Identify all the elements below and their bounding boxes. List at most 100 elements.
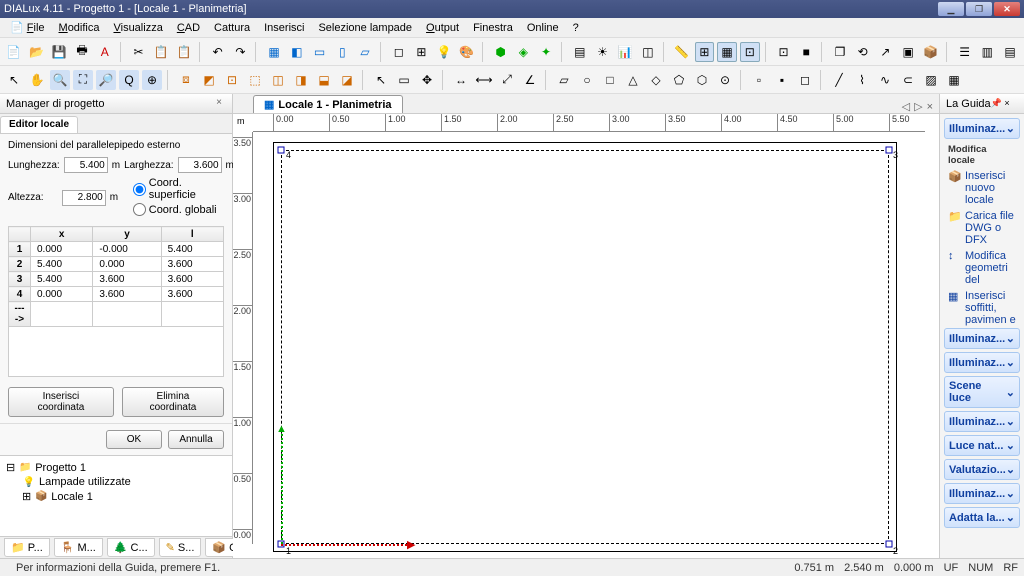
open-icon[interactable]: 📂 <box>27 42 47 62</box>
window-maximize[interactable]: ❐ <box>966 2 992 16</box>
menu-finestra[interactable]: Finestra <box>467 20 519 36</box>
line-icon[interactable]: ╱ <box>829 70 849 90</box>
side-icon[interactable]: ▯ <box>332 42 352 62</box>
ext-icon[interactable]: ↗ <box>876 42 896 62</box>
menu-selezione[interactable]: Selezione lampade <box>312 20 418 36</box>
surf3-icon[interactable]: ◻ <box>795 70 815 90</box>
result-icon[interactable]: 📊 <box>615 42 635 62</box>
snap6-icon[interactable]: ◨ <box>291 70 311 90</box>
zoomB-icon[interactable]: ⊕ <box>142 70 162 90</box>
select-icon[interactable]: ↖ <box>4 70 24 90</box>
cancel-button[interactable]: Annulla <box>168 430 224 449</box>
guide-button[interactable]: Valutazio...⌄ <box>944 459 1020 480</box>
guide-button[interactable]: Scene luce⌄ <box>944 376 1020 408</box>
hatch-icon[interactable]: ▨ <box>921 70 941 90</box>
view-icon[interactable]: ▦ <box>264 42 284 62</box>
obj4-icon[interactable]: 📦 <box>921 42 941 62</box>
split2-icon[interactable]: ▤ <box>1000 42 1020 62</box>
shape3-icon[interactable]: □ <box>600 70 620 90</box>
rect-tool-icon[interactable]: ▭ <box>394 70 414 90</box>
dim1-icon[interactable]: ↔ <box>451 70 471 90</box>
tab-c[interactable]: 🌲C... <box>107 538 155 557</box>
menu-online[interactable]: Online <box>521 20 565 36</box>
canvas-nav[interactable]: ◁▷× <box>902 100 939 113</box>
corner-2[interactable] <box>886 541 893 548</box>
add1-icon[interactable]: ⬢ <box>491 42 511 62</box>
menu-output[interactable]: Output <box>420 20 465 36</box>
tab-s[interactable]: ✎S... <box>159 538 202 557</box>
guide-btn-top[interactable]: Illuminaz...⌄ <box>944 118 1020 139</box>
front-icon[interactable]: ▭ <box>310 42 330 62</box>
grid2-icon[interactable]: ▦ <box>717 42 737 62</box>
guide-button[interactable]: Illuminaz...⌄ <box>944 328 1020 349</box>
coord-global-radio[interactable] <box>133 203 146 216</box>
snap5-icon[interactable]: ◫ <box>268 70 288 90</box>
print-icon[interactable]: 🖶 <box>72 42 92 62</box>
tab-m[interactable]: 🪑M... <box>54 538 103 557</box>
guide-item[interactable]: 📦Inserisci nuovo locale <box>944 168 1020 208</box>
copy-icon[interactable]: 📋 <box>151 42 171 62</box>
window-minimize[interactable]: ▁ <box>938 2 964 16</box>
tab-p[interactable]: 📁P... <box>4 538 50 557</box>
corner-4[interactable] <box>278 147 285 154</box>
arc-icon[interactable]: ⊂ <box>898 70 918 90</box>
coord-table[interactable]: x y l 10.000-0.0005.40025.4000.0003.6003… <box>8 226 224 327</box>
canvas-tab[interactable]: ▦Locale 1 - Planimetria <box>253 95 403 113</box>
save-icon[interactable]: 💾 <box>49 42 69 62</box>
obj3-icon[interactable]: ▣ <box>898 42 918 62</box>
color-icon[interactable]: 🎨 <box>457 42 477 62</box>
undo-icon[interactable]: ↶ <box>208 42 228 62</box>
shape2-icon[interactable]: ○ <box>577 70 597 90</box>
poly-icon[interactable]: ⌇ <box>852 70 872 90</box>
guide-button[interactable]: Illuminaz...⌄ <box>944 352 1020 373</box>
shape6-icon[interactable]: ⬠ <box>669 70 689 90</box>
menu-visualizza[interactable]: Visualizza <box>107 20 168 36</box>
compare-icon[interactable]: ◫ <box>638 42 658 62</box>
editor-tab[interactable]: Editor locale <box>0 116 78 133</box>
drawing-area[interactable]: 1 2 3 4 ▶ ▲ <box>253 132 925 544</box>
menu-file[interactable]: 📄 File <box>4 19 51 36</box>
plan-icon[interactable]: ▱ <box>355 42 375 62</box>
guide-item[interactable]: 📁Carica file DWG o DFX <box>944 208 1020 248</box>
menu-help[interactable]: ? <box>567 20 585 36</box>
corner-3[interactable] <box>886 147 893 154</box>
zoom-win-icon[interactable]: 🔎 <box>96 70 116 90</box>
canvas[interactable]: 0.000.501.001.502.002.503.003.504.004.50… <box>233 114 939 558</box>
add2-icon[interactable]: ◈ <box>513 42 533 62</box>
guide-button[interactable]: Illuminaz...⌄ <box>944 483 1020 504</box>
shape1-icon[interactable]: ▱ <box>554 70 574 90</box>
3d-icon[interactable]: ◧ <box>287 42 307 62</box>
length-input[interactable] <box>64 157 108 173</box>
insert-coord-button[interactable]: Inserisci coordinata <box>8 387 114 417</box>
ok-button[interactable]: OK <box>106 430 162 449</box>
snap7-icon[interactable]: ⬓ <box>314 70 334 90</box>
snap8-icon[interactable]: ◪ <box>337 70 357 90</box>
pan-icon[interactable]: ✋ <box>27 70 47 90</box>
shape7-icon[interactable]: ⬡ <box>692 70 712 90</box>
guide-button[interactable]: Luce nat...⌄ <box>944 435 1020 456</box>
solid-icon[interactable]: ■ <box>796 42 816 62</box>
lamp-icon[interactable]: 💡 <box>434 42 454 62</box>
light-icon[interactable]: ☀ <box>593 42 613 62</box>
zoomA-icon[interactable]: Q <box>119 70 139 90</box>
panel-close-icon[interactable]: × <box>212 97 226 111</box>
height-input[interactable] <box>62 190 106 206</box>
menu-modifica[interactable]: Modifica <box>53 20 106 36</box>
paste-icon[interactable]: 📋 <box>174 42 194 62</box>
pdf-icon[interactable]: A <box>95 42 115 62</box>
new-icon[interactable]: 📄 <box>4 42 24 62</box>
window-close[interactable]: ✕ <box>994 2 1020 16</box>
shape5-icon[interactable]: ◇ <box>646 70 666 90</box>
snap3-icon[interactable]: ⊡ <box>222 70 242 90</box>
measure-icon[interactable]: 📏 <box>672 42 692 62</box>
shape8-icon[interactable]: ⊙ <box>715 70 735 90</box>
dim3-icon[interactable]: ⤢ <box>497 70 517 90</box>
split1-icon[interactable]: ▥ <box>977 42 997 62</box>
coord-surface-radio[interactable] <box>133 183 146 196</box>
dim2-icon[interactable]: ⟷ <box>474 70 494 90</box>
snap1-icon[interactable]: ⧈ <box>176 70 196 90</box>
zoom-fit-icon[interactable]: ⛶ <box>73 70 93 90</box>
calc-icon[interactable]: ▤ <box>570 42 590 62</box>
delete-coord-button[interactable]: Elimina coordinata <box>122 387 224 417</box>
object-icon[interactable]: ◻ <box>389 42 409 62</box>
